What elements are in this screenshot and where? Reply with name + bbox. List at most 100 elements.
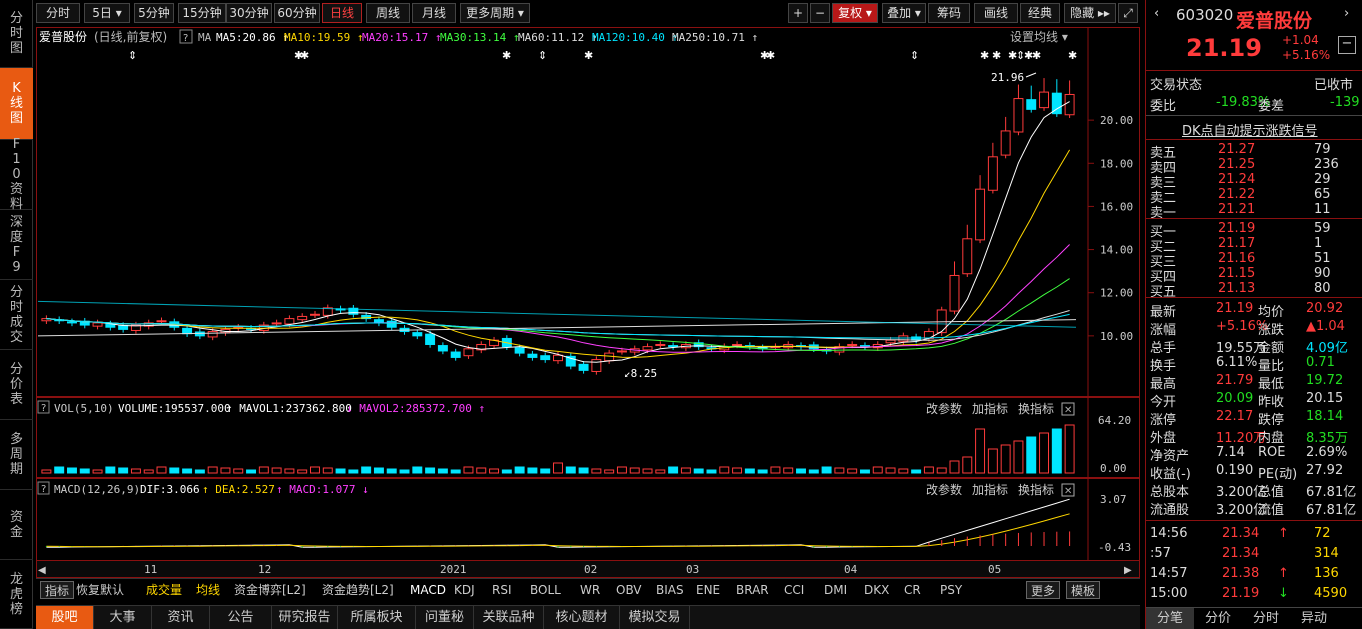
bottom-tab-4[interactable]: 研究报告 [272,606,338,629]
tool-2[interactable]: 筹码 [928,3,970,23]
indicator-tab-6[interactable]: MACD [410,581,446,599]
candle [514,347,525,354]
bottom-tab-1[interactable]: 大事 [94,606,152,629]
vol-top: 64.20 [1098,414,1131,427]
vol-bar [450,469,461,474]
bottom-tab-3[interactable]: 公告 [210,606,272,629]
candle [604,352,615,362]
indicator-tab-10[interactable]: WR [580,581,600,599]
zoom-out-button[interactable]: − [810,3,830,23]
indicator-tab-16[interactable]: DMI [824,581,847,599]
leftnav-item-1[interactable]: K线图 [0,68,33,140]
back-icon[interactable]: ‹ [1154,6,1159,21]
period-4[interactable]: 30分钟 [226,3,272,23]
period-2[interactable]: 5分钟 ▾ [134,3,174,38]
last-price: 21.19 [1186,34,1262,62]
leftnav-item-7[interactable]: 资金 [0,490,33,560]
bottom-tab-0[interactable]: 股吧 [36,606,94,629]
bottom-tab-5[interactable]: 所属板块 [338,606,416,629]
tool-5[interactable]: 隐藏 ▸▸ [1064,3,1116,23]
fullscreen-icon[interactable]: ⤢ [1118,3,1138,23]
period-7[interactable]: 周线 [366,3,410,23]
svg-text:?: ? [41,403,46,414]
leftnav-item-3[interactable]: 深度F9 [0,210,33,280]
tool-1[interactable]: 叠加 ▾ [882,3,926,23]
period-0[interactable]: 分时 [36,3,80,23]
vol-volume: VOLUME:195537.000 [118,402,231,415]
indicator-tab-12[interactable]: BIAS [656,581,684,599]
candle [540,355,551,361]
indicator-tab-5[interactable]: 资金趋势[L2] [322,581,394,599]
stock-code: 603020 [1176,6,1234,24]
indicator-tab-18[interactable]: CR [904,581,921,599]
period-3[interactable]: 15分钟 [178,3,226,23]
tool-4[interactable]: 经典 [1020,3,1060,23]
bottom-tab-7[interactable]: 关联品种 [474,606,544,629]
period-9[interactable]: 更多周期 ▾ [460,3,530,23]
leftnav-item-8[interactable]: 龙虎榜 [0,560,33,629]
indicator-tab-9[interactable]: BOLL [530,581,561,599]
candle [847,343,858,346]
tick-tab-0[interactable]: 分笔 [1146,608,1194,629]
period-5[interactable]: 60分钟 [274,3,320,23]
candle [92,322,103,327]
indicator-tab-1[interactable]: 恢复默认 [76,581,124,599]
indicator-tab-19[interactable]: PSY [940,581,962,599]
tick-tab-1[interactable]: 分价 [1194,608,1242,629]
bottom-tab-2[interactable]: 资讯 [152,606,210,629]
leftnav-item-2[interactable]: F10资料 [0,137,33,212]
period-8[interactable]: 月线 [412,3,456,23]
leftnav-item-5[interactable]: 分价表 [0,350,33,420]
macd-tool-1: 加指标 [972,482,1008,497]
leftnav-item-0[interactable]: 分时图 [0,0,33,68]
leftnav-item-6[interactable]: 多周期 [0,420,33,490]
indicator-tab-2[interactable]: 成交量 [146,581,182,599]
candle [616,350,627,353]
indicator-tab-21[interactable]: 模板 [1066,581,1101,599]
bottom-tab-8[interactable]: 核心题材 [544,606,620,629]
indicator-tab-7[interactable]: KDJ [454,581,475,599]
minimize-icon[interactable]: − [1338,36,1356,54]
vol-bar [706,469,717,474]
svg-text:✕: ✕ [1064,486,1072,497]
vol-bar [527,467,538,474]
candle [668,345,679,348]
tick-row-3: 15:00 21.19 ↓ 4590 [1150,586,1348,601]
svg-text:?: ? [183,33,188,44]
indicator-tab-8[interactable]: RSI [492,581,512,599]
indicator-tab-4[interactable]: 资金博弈[L2] [234,581,306,599]
indicator-tab-17[interactable]: DKX [864,581,889,599]
tick-tab-3[interactable]: 异动 [1290,608,1338,629]
vol-bar [987,448,998,474]
indicator-tab-13[interactable]: ENE [696,581,720,599]
xtick-5: 04 [844,563,858,576]
tick-tab-2[interactable]: 分时 [1242,608,1290,629]
main-pane [36,27,1140,397]
tool-3[interactable]: 画线 [974,3,1018,23]
tool-0[interactable]: 复权 ▾ [832,3,878,23]
leftnav-item-4[interactable]: 分时成交 [0,280,33,350]
stat-row-3: 换手 6.11% 量比 0.71 [1150,355,1335,374]
kline-chart[interactable]: 爱普股份 (日线,前复权)? MA MA5:20.86 ↑MA10:19.59 ↑MA… [36,27,1140,579]
candle [527,353,538,358]
indicator-tab-3[interactable]: 均线 [196,581,220,599]
bottom-tab-6[interactable]: 问董秘 [416,606,474,629]
candle [578,363,589,371]
chart-area[interactable]: 爱普股份 (日线,前复权)? MA MA5:20.86 ↑ MA10:19.59 ↑ MA… [36,27,1140,579]
indicator-tab-20[interactable]: 更多 [1026,581,1061,599]
indicator-tab-14[interactable]: BRAR [736,581,769,599]
indicator-tab-11[interactable]: OBV [616,581,642,599]
zoom-in-button[interactable]: + [788,3,808,23]
indicator-tab-15[interactable]: CCI [784,581,804,599]
period-1[interactable]: 5日 ▾ [84,3,130,23]
vol-bar [770,466,781,474]
chart-title: 爱普股份 [39,30,87,44]
candle [885,339,896,344]
ma-label-2: MA20:15.17 ↑ [362,31,441,44]
period-6[interactable]: 日线 [322,3,362,23]
forward-icon[interactable]: › [1344,6,1349,21]
vol-bar [565,466,576,474]
bottom-tab-9[interactable]: 模拟交易 [620,606,690,629]
tick-row-1: :57 21.34 314 [1150,546,1339,561]
indicator-tab-0[interactable]: 指标 [40,581,75,599]
